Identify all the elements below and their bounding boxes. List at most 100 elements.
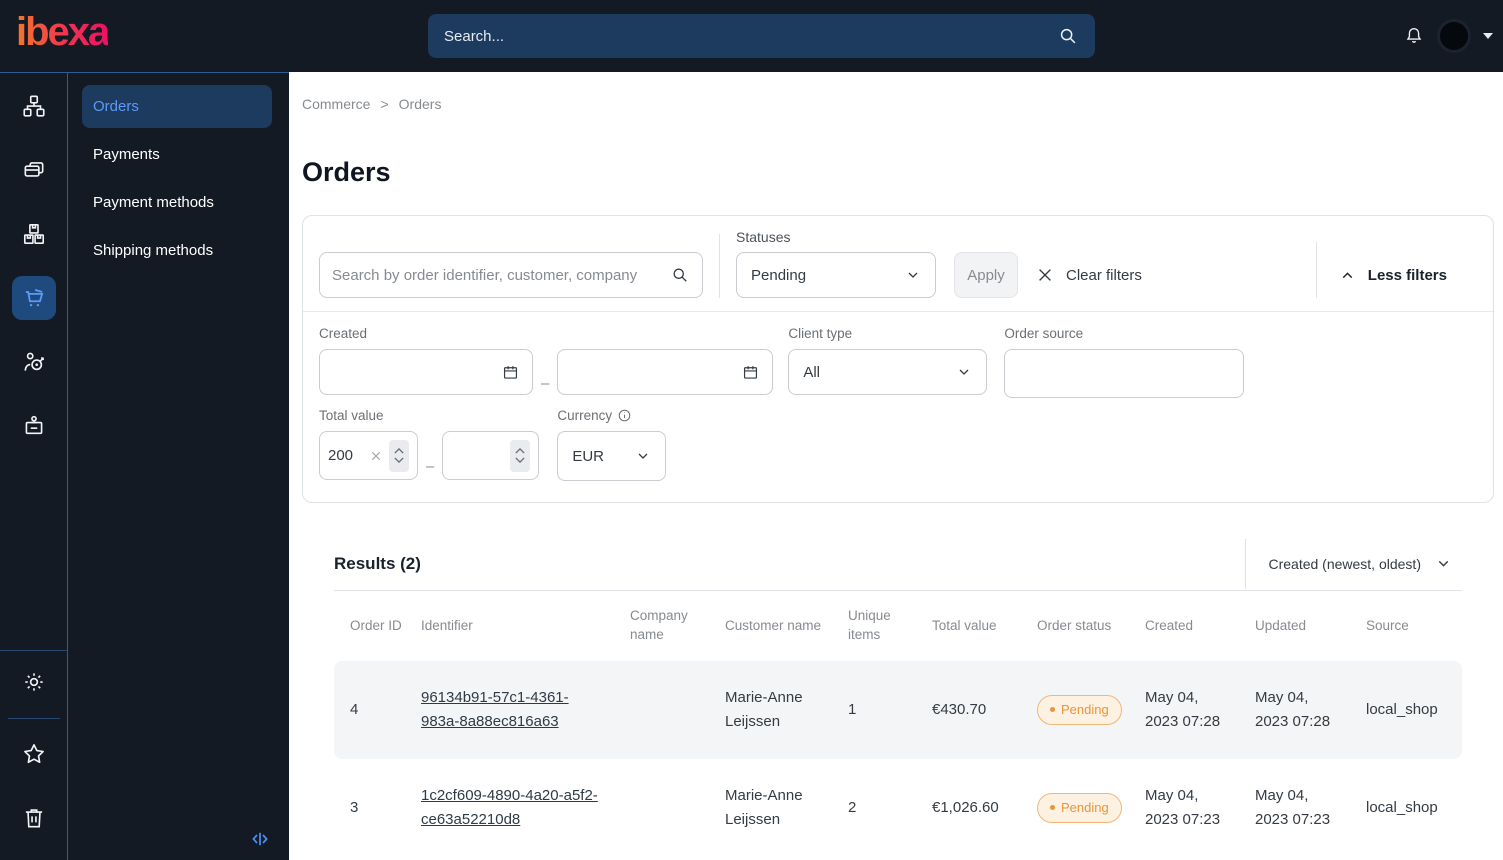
total-value-cell: €430.70 [932,701,987,718]
column-header: Unique items [848,608,891,642]
filters-divider [303,311,1493,312]
sort-divider [1245,538,1247,589]
number-stepper[interactable] [510,439,531,472]
client-type-select[interactable]: All [788,349,988,395]
sidebar-item-shipping-methods[interactable]: Shipping methods [82,229,272,272]
caret-down-icon[interactable] [1483,33,1493,39]
sidebar-item-payments[interactable]: Payments [82,133,272,176]
client-type-value: All [803,363,821,381]
order-source-label: Order source [1004,326,1084,341]
sidebar-item-label: Payments [93,146,160,163]
sidebar-item-label: Payment methods [93,194,214,211]
created-to-input[interactable] [570,363,742,381]
results-header: Results (2) Created (newest, oldest) [334,537,1462,591]
total-value-cell: €1,026.60 [932,799,999,816]
sidebar-item-label: Shipping methods [93,242,214,259]
column-header: Company name [630,608,688,642]
main-content: Commerce > Orders Orders Search by order… [289,72,1503,860]
search-icon[interactable] [670,265,690,285]
currency-select[interactable]: EUR [557,431,667,481]
sort-label: Created (newest, oldest) [1268,555,1421,572]
created-label: Created [319,326,368,341]
updated-cell: May 04, 2023 07:23 [1255,787,1331,828]
column-header: Order status [1037,617,1112,633]
apply-button[interactable]: Apply [954,252,1018,298]
order-source-field[interactable] [1004,349,1245,398]
total-value-label: Total value [319,408,384,423]
sitemap-icon[interactable] [12,84,56,128]
topbar: ibexa [0,0,1503,72]
total-value-max-field[interactable] [442,431,540,480]
customer-name-cell: Marie-Anne Leijssen [725,689,803,730]
number-stepper[interactable] [389,439,409,472]
created-from-field[interactable] [319,349,533,395]
customers-icon[interactable] [12,340,56,384]
updated-cell: May 04, 2023 07:28 [1255,689,1331,730]
created-cell: May 04, 2023 07:23 [1145,787,1221,828]
filter-divider [1315,242,1317,298]
table-row: 3 1c2cf609-4890-4a20-a5f2-ce63a52210d8 M… [334,759,1462,857]
total-value-min-input[interactable] [328,447,363,464]
column-header: Updated [1255,617,1307,633]
sidebar-item-payment-methods[interactable]: Payment methods [82,181,272,224]
commerce-submenu: Orders Payments Payment methods Shipping… [68,72,289,860]
cart-icon[interactable] [11,276,56,320]
chevron-down-icon [1438,560,1449,567]
calendar-icon[interactable] [741,363,760,382]
star-icon[interactable] [12,732,56,776]
order-identifier-link[interactable]: 1c2cf609-4890-4a20-a5f2-ce63a52210d8 [421,784,599,832]
bell-icon[interactable] [1403,25,1425,47]
breadcrumb-commerce[interactable]: Commerce [302,96,370,112]
gear-icon[interactable] [12,660,56,704]
total-value-min-field[interactable] [319,431,418,480]
currency-label: Currency [557,408,666,423]
icon-rail [0,72,68,860]
currency-value: EUR [572,447,605,465]
orders-search-input[interactable] [332,266,670,284]
status-dot [1050,805,1055,811]
created-to-field[interactable] [557,349,774,395]
ibexa-logo: ibexa [16,10,110,54]
close-icon [1039,269,1051,281]
less-filters-toggle[interactable]: Less filters [1339,252,1447,298]
customer-name-cell: Marie-Anne Leijssen [725,787,803,828]
column-header: Created [1145,617,1194,633]
table-header-row: Order ID Identifier Company name Custome… [334,591,1462,661]
column-header: Source [1366,617,1409,633]
clear-filters-button[interactable]: Clear filters [1036,252,1142,298]
info-icon[interactable] [617,408,632,423]
total-value-max-input[interactable] [451,447,504,464]
trash-icon[interactable] [12,796,56,840]
calendar-icon[interactable] [501,363,520,382]
chevron-up-icon [1342,271,1353,278]
chevron-down-icon [959,369,969,375]
created-from-input[interactable] [332,363,501,381]
page-title: Orders [302,157,391,187]
rail-bottom [0,650,67,860]
breadcrumb-orders[interactable]: Orders [399,96,442,112]
avatar[interactable] [1437,19,1471,53]
sort-select[interactable]: Created (newest, oldest) [1268,555,1462,572]
source-cell: local_shop [1366,799,1438,816]
order-identifier-link[interactable]: 96134b91-57c1-4361-983a-8a88ec816a63 [421,686,599,734]
clear-value-icon[interactable] [370,450,382,462]
order-id-cell: 3 [350,799,359,816]
orders-search-field[interactable] [319,252,703,298]
table-row: 4 96134b91-57c1-4361-983a-8a88ec816a63 M… [334,661,1462,759]
client-type-label: Client type [788,326,853,341]
storefront-icon[interactable] [12,404,56,448]
global-search[interactable] [428,14,1095,58]
range-separator: – [426,458,435,475]
filter-divider [719,234,720,298]
statuses-select[interactable]: Pending [736,252,936,298]
pages-icon[interactable] [12,148,56,192]
collapse-panel-icon[interactable] [247,826,273,852]
order-source-input[interactable] [1017,365,1232,382]
status-badge: Pending [1037,694,1122,726]
breadcrumb-separator: > [380,95,389,112]
global-search-input[interactable] [444,27,1057,45]
statuses-label: Statuses [736,229,791,245]
search-icon[interactable] [1057,25,1079,47]
sidebar-item-orders[interactable]: Orders [82,85,272,128]
products-icon[interactable] [12,212,56,256]
